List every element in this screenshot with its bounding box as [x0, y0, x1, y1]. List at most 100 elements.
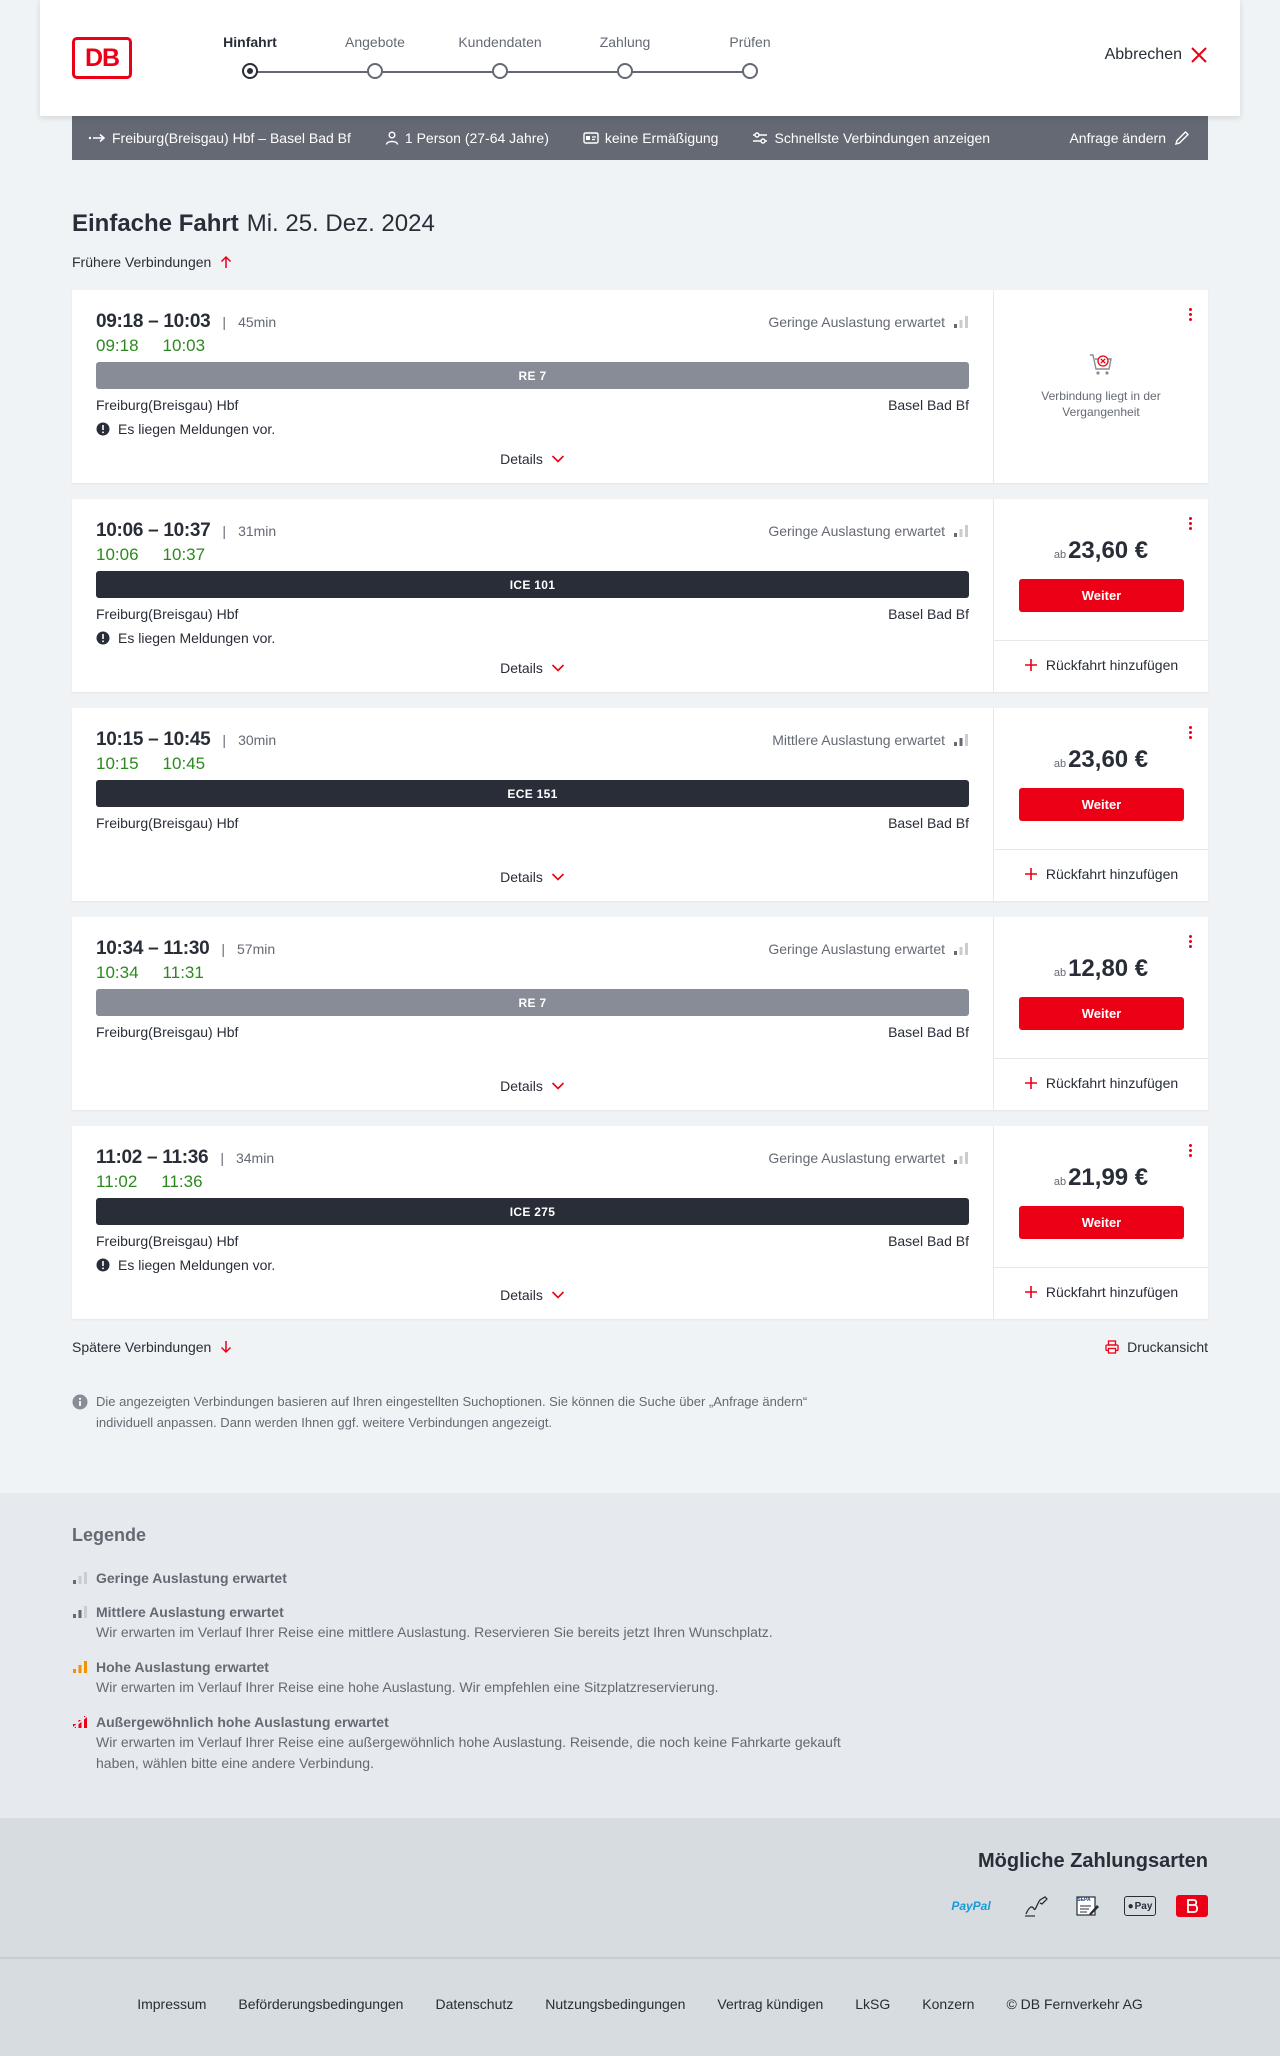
earlier-connections-link[interactable]: Frühere Verbindungen [72, 250, 1208, 274]
price-area: ab12,80 € Weiter [994, 917, 1208, 1059]
footer-link-vertrag-kuendigen[interactable]: Vertrag kündigen [717, 1996, 823, 2012]
details-toggle[interactable]: Details [96, 857, 969, 901]
occupancy-low-icon [953, 942, 969, 956]
message-notice: Es liegen Meldungen vor. [96, 419, 969, 439]
footer-link-nutzungsbedingungen[interactable]: Nutzungsbedingungen [545, 1996, 685, 2012]
occupancy-high-icon [72, 1660, 88, 1674]
fastest-text: Schnellste Verbindungen anzeigen [774, 130, 991, 146]
details-label: Details [500, 660, 543, 676]
price-value: 23,60 € [1068, 746, 1149, 773]
edit-search-label: Anfrage ändern [1069, 130, 1166, 146]
add-return-label: Rückfahrt hinzufügen [1045, 1075, 1179, 1091]
print-view-link[interactable]: Druckansicht [1105, 1339, 1208, 1355]
info-note-text: Die angezeigten Verbindungen basieren au… [96, 1394, 808, 1430]
price-value: 21,99 € [1068, 1164, 1149, 1191]
add-return-trip-button[interactable]: Rückfahrt hinzufügen [994, 1268, 1208, 1316]
footer-link-befoerderungsbedingungen[interactable]: Beförderungsbedingungen [238, 1996, 403, 2012]
route-text: Freiburg(Breisgau) Hbf – Basel Bad Bf [112, 130, 351, 146]
destination-station: Basel Bad Bf [888, 1024, 969, 1040]
add-return-trip-button[interactable]: Rückfahrt hinzufügen [994, 850, 1208, 898]
continue-button[interactable]: Weiter [1019, 997, 1184, 1030]
destination-station: Basel Bad Bf [888, 606, 969, 622]
step-label: Kundendaten [458, 34, 542, 50]
connection-info: 09:18 – 10:03 | 45min Geringe Auslastung… [72, 290, 994, 483]
connection-card: 11:02 – 11:36 | 34min Geringe Auslastung… [72, 1126, 1208, 1319]
connection-card: 10:34 – 11:30 | 57min Geringe Auslastung… [72, 917, 1208, 1110]
summary-fastest: Schnellste Verbindungen anzeigen [752, 130, 990, 146]
footer-link-konzern[interactable]: Konzern [922, 1996, 974, 2012]
details-toggle[interactable]: Details [96, 439, 969, 483]
step-angebote: Angebote [315, 32, 435, 79]
arrow-right-icon [88, 133, 106, 143]
legend-item-desc: Wir erwarten im Verlauf Ihrer Reise eine… [96, 1679, 719, 1695]
connection-offer: ab23,60 € Weiter Rückfahrt hinzufügen [994, 708, 1208, 901]
realtime-times: 10:34 11:31 [96, 961, 969, 985]
connection-info: 10:15 – 10:45 | 30min Mittlere Auslastun… [72, 708, 994, 901]
add-return-trip-button[interactable]: Rückfahrt hinzufügen [994, 641, 1208, 689]
legend-item-exceptional: Außergewöhnlich hohe Auslastung erwartet… [72, 1712, 1208, 1774]
step-label: Prüfen [729, 34, 771, 50]
message-text: Es liegen Meldungen vor. [118, 1257, 276, 1273]
origin-station: Freiburg(Breisgau) Hbf [96, 1233, 239, 1249]
more-options-icon[interactable] [1186, 304, 1194, 324]
continue-button[interactable]: Weiter [1019, 1206, 1184, 1239]
train-segment-bar[interactable]: ICE 275 [96, 1198, 969, 1225]
plus-icon [1024, 658, 1038, 672]
realtime-arrival: 11:31 [162, 963, 204, 982]
stations: Freiburg(Breisgau) Hbf Basel Bad Bf [96, 395, 969, 415]
apple-pay-icon: ● Pay [1124, 1896, 1156, 1916]
add-return-trip-button[interactable]: Rückfahrt hinzufügen [994, 1059, 1208, 1107]
filter-icon [752, 132, 768, 144]
later-connections-link[interactable]: Spätere Verbindungen [72, 1339, 233, 1355]
legend-item-desc: Wir erwarten im Verlauf Ihrer Reise eine… [96, 1734, 841, 1771]
price-prefix: ab [1053, 1176, 1067, 1188]
continue-button[interactable]: Weiter [1019, 579, 1184, 612]
plus-icon [1024, 1285, 1038, 1299]
step-dot [367, 63, 383, 79]
train-segment-bar[interactable]: ECE 151 [96, 780, 969, 807]
realtime-arrival: 11:36 [161, 1172, 203, 1191]
arrow-down-icon [219, 1340, 233, 1354]
main-content: Einfache Fahrt Mi. 25. Dez. 2024 Frühere … [72, 208, 1208, 1433]
occupancy-low-icon [953, 1151, 969, 1165]
footer-link-impressum[interactable]: Impressum [137, 1996, 206, 2012]
connection-card: 10:06 – 10:37 | 31min Geringe Auslastung… [72, 499, 1208, 692]
details-toggle[interactable]: Details [96, 1275, 969, 1319]
footer-link-lksg[interactable]: LkSG [855, 1996, 890, 2012]
stations: Freiburg(Breisgau) Hbf Basel Bad Bf [96, 813, 969, 833]
realtime-times: 10:06 10:37 [96, 543, 969, 567]
occupancy-text: Geringe Auslastung erwartet [768, 1150, 945, 1166]
details-toggle[interactable]: Details [96, 1066, 969, 1110]
planned-times: 10:06 – 10:37 [96, 520, 211, 541]
legend-item-title: Außergewöhnlich hohe Auslastung erwartet [96, 1714, 389, 1730]
past-connection-text: Verbindung liegt in der Vergangenheit [1041, 389, 1161, 419]
details-toggle[interactable]: Details [96, 648, 969, 692]
apple-icon: ● [1127, 1900, 1134, 1912]
later-label: Spätere Verbindungen [72, 1339, 212, 1355]
edit-search-button[interactable]: Anfrage ändern [1069, 130, 1190, 146]
payment-methods: Mögliche Zahlungsarten Pay Pal SEPA ● Pay [0, 1818, 1280, 1959]
step-kundendaten: Kundendaten [440, 32, 560, 79]
occupancy-exceptional-icon [72, 1715, 88, 1729]
footer-link-datenschutz[interactable]: Datenschutz [435, 1996, 513, 2012]
plus-icon [1024, 867, 1038, 881]
train-segment-bar[interactable]: RE 7 [96, 362, 969, 389]
pencil-icon [1174, 130, 1190, 146]
db-logo[interactable]: DB [72, 37, 132, 79]
train-segment-bar[interactable]: ICE 101 [96, 571, 969, 598]
continue-button[interactable]: Weiter [1019, 788, 1184, 821]
step-dot [492, 63, 508, 79]
step-label: Angebote [345, 34, 405, 50]
legend-item-title: Mittlere Auslastung erwartet [96, 1604, 284, 1620]
realtime-arrival: 10:45 [162, 754, 206, 773]
cancel-button[interactable]: Abbrechen [1105, 46, 1208, 64]
occupancy-indicator: Geringe Auslastung erwartet [768, 523, 969, 539]
plus-icon [1024, 1076, 1038, 1090]
origin-station: Freiburg(Breisgau) Hbf [96, 397, 239, 413]
price-value: 12,80 € [1068, 955, 1149, 982]
step-zahlung: Zahlung [565, 32, 685, 79]
page-title: Einfache Fahrt Mi. 25. Dez. 2024 [72, 208, 1208, 240]
connection-offer: ab23,60 € Weiter Rückfahrt hinzufügen [994, 499, 1208, 692]
train-segment-bar[interactable]: RE 7 [96, 989, 969, 1016]
